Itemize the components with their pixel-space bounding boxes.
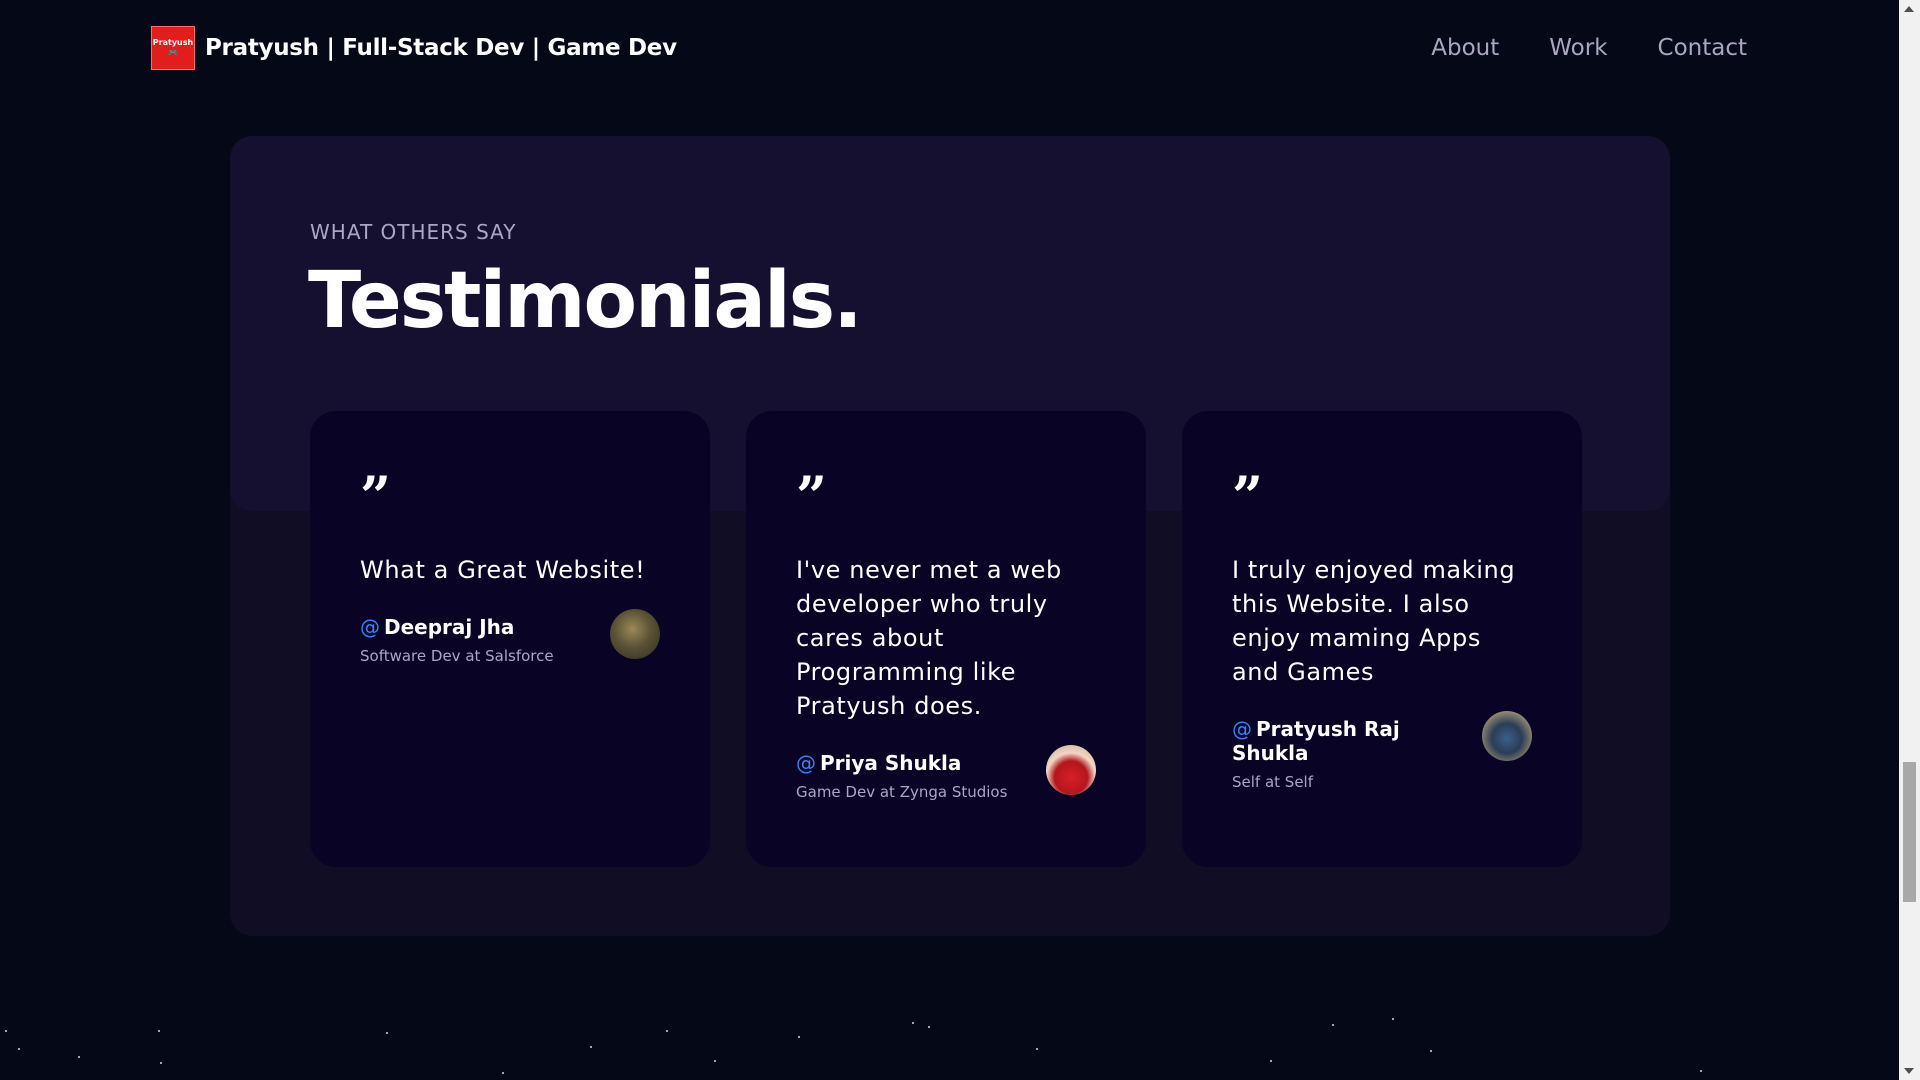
star xyxy=(928,1026,930,1028)
author-info: @ Deepraj Jha Software Dev at Salsforce xyxy=(360,615,554,665)
avatar xyxy=(610,609,660,659)
author-info: @ Priya Shukla Game Dev at Zynga Studios xyxy=(796,751,1007,801)
testimonial-text: What a Great Website! xyxy=(360,556,646,584)
star xyxy=(714,1060,716,1062)
scroll-down-icon[interactable] xyxy=(1904,1068,1914,1074)
star xyxy=(666,1030,668,1032)
scroll-up-icon[interactable] xyxy=(1904,6,1914,12)
quote-icon: ” xyxy=(1232,464,1264,528)
at-symbol: @ xyxy=(360,615,380,639)
star xyxy=(1392,1018,1394,1020)
nav-link-about[interactable]: About xyxy=(1431,35,1499,61)
brand-title: Pratyush | Full-Stack Dev | Game Dev xyxy=(205,34,677,61)
star xyxy=(502,1072,504,1074)
section-title: Testimonials. xyxy=(308,256,863,346)
star xyxy=(1332,1024,1334,1026)
star xyxy=(1430,1050,1432,1052)
testimonial-card: ” What a Great Website! @ Deepraj Jha Sof… xyxy=(310,411,710,867)
star xyxy=(798,1036,800,1038)
at-symbol: @ xyxy=(1232,717,1252,741)
avatar xyxy=(1046,745,1096,795)
star xyxy=(1270,1060,1272,1062)
star xyxy=(1036,1048,1038,1050)
section-subtitle: What others say xyxy=(310,220,517,244)
brand-link[interactable]: Pratyush 🎮 Pratyush | Full-Stack Dev | G… xyxy=(151,25,677,70)
avatar xyxy=(1482,711,1532,761)
star xyxy=(78,1056,80,1058)
logo-text: Pratyush xyxy=(152,37,194,47)
author-name-line: @ Deepraj Jha xyxy=(360,615,554,639)
author-row: @ Pratyush Raj Shukla Self at Self xyxy=(1232,711,1532,791)
quote-icon: ” xyxy=(796,464,828,528)
star xyxy=(5,1030,7,1032)
scroll-thumb[interactable] xyxy=(1903,762,1916,902)
author-row: @ Priya Shukla Game Dev at Zynga Studios xyxy=(796,745,1096,801)
logo: Pratyush 🎮 xyxy=(151,25,195,70)
testimonial-text: I truly enjoyed making this Website. I a… xyxy=(1232,556,1516,686)
author-role: Self at Self xyxy=(1232,773,1314,791)
author-name: Pratyush Raj Shukla xyxy=(1232,717,1400,765)
nav-links: About Work Contact xyxy=(1431,35,1747,61)
nav-link-work[interactable]: Work xyxy=(1549,35,1607,61)
navbar: Pratyush 🎮 Pratyush | Full-Stack Dev | G… xyxy=(0,0,1898,95)
star xyxy=(158,1030,160,1032)
star xyxy=(912,1022,914,1024)
testimonial-text: I've never met a web developer who truly… xyxy=(796,556,1062,720)
testimonial-card: ” I truly enjoyed making this Website. I… xyxy=(1182,411,1582,867)
at-symbol: @ xyxy=(796,751,816,775)
author-row: @ Deepraj Jha Software Dev at Salsforce xyxy=(360,609,660,665)
star xyxy=(590,1046,592,1048)
author-name-line: @ Pratyush Raj Shukla xyxy=(1232,717,1482,765)
author-name-line: @ Priya Shukla xyxy=(796,751,1007,775)
page: Pratyush 🎮 Pratyush | Full-Stack Dev | G… xyxy=(0,0,1920,1080)
author-name: Deepraj Jha xyxy=(384,615,515,639)
author-info: @ Pratyush Raj Shukla Self at Self xyxy=(1232,717,1482,791)
star xyxy=(386,1032,388,1034)
star xyxy=(160,1062,162,1064)
testimonials-section: What others say Testimonials. ” What a G… xyxy=(230,136,1670,936)
nav-link-contact[interactable]: Contact xyxy=(1658,35,1747,61)
author-role: Software Dev at Salsforce xyxy=(360,647,554,665)
quote-icon: ” xyxy=(360,464,392,528)
testimonial-card: ” I've never met a web developer who tru… xyxy=(746,411,1146,867)
author-name: Priya Shukla xyxy=(820,751,962,775)
testimonial-cards: ” What a Great Website! @ Deepraj Jha Sof… xyxy=(310,411,1582,867)
star xyxy=(18,1048,20,1050)
scrollbar[interactable] xyxy=(1899,0,1920,1080)
gamepad-icon: 🎮 xyxy=(168,47,178,57)
author-role: Game Dev at Zynga Studios xyxy=(796,783,1008,801)
star xyxy=(1700,1070,1702,1072)
